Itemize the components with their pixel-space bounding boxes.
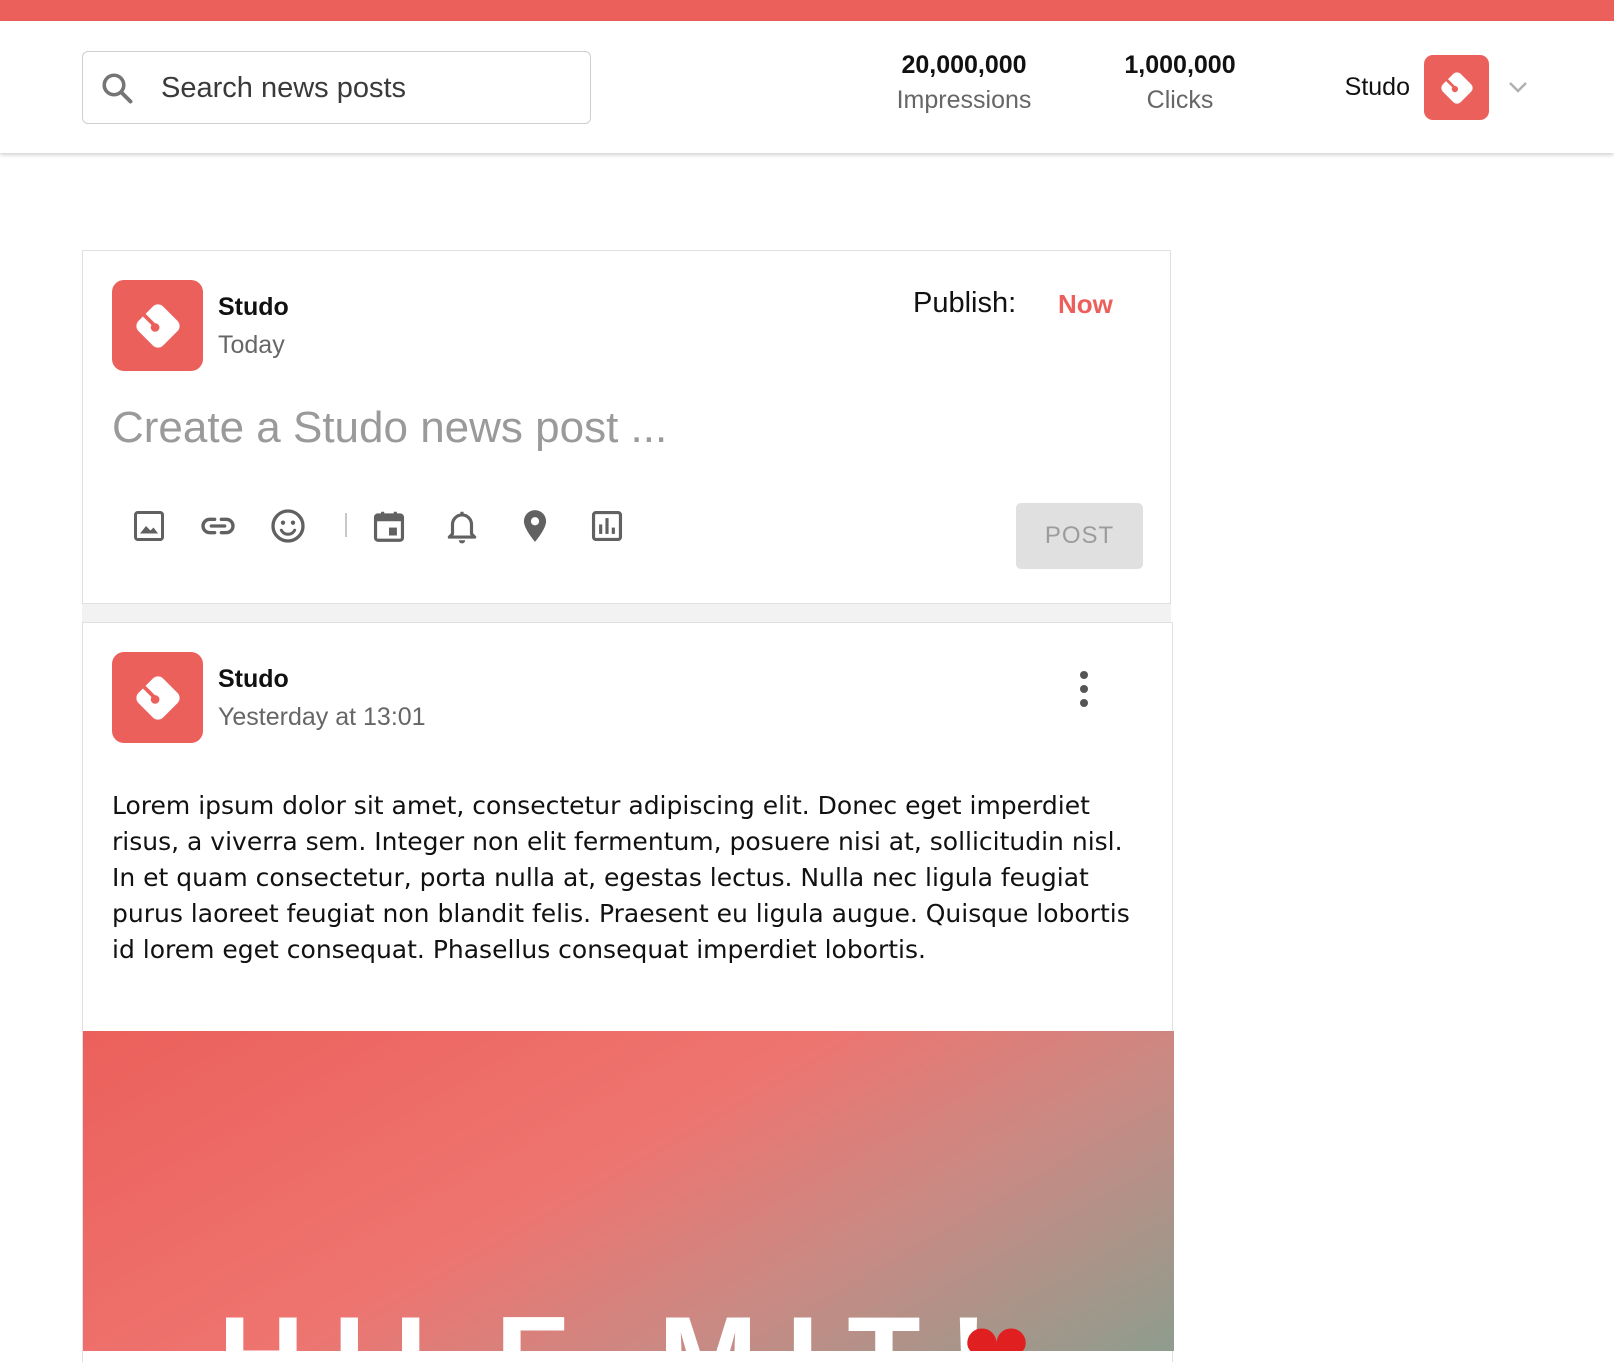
post-body: Lorem ipsum dolor sit amet, consectetur … [112, 791, 1130, 964]
composer-time: Today [218, 331, 285, 359]
app-header: 20,000,000 Impressions 1,000,000 Clicks … [0, 21, 1614, 153]
post-author: Studo [218, 665, 289, 693]
news-post: Studo Yesterday at 13:01 Lorem ipsum dol… [82, 622, 1174, 1362]
search-icon [102, 73, 133, 104]
location-button[interactable] [514, 505, 556, 547]
impressions-label: Impressions [896, 86, 1032, 114]
toolbar-divider [345, 513, 347, 537]
more-options-icon[interactable] [1078, 671, 1090, 707]
top-accent-bar [0, 0, 1614, 21]
studo-logo-icon [1440, 71, 1473, 104]
post-composer: Studo Today Publish: Now Create a Studo … [82, 250, 1171, 604]
clicks-label: Clicks [1146, 86, 1214, 114]
location-pin-icon [523, 510, 547, 542]
add-link-button[interactable] [197, 505, 239, 547]
schedule-button[interactable] [368, 505, 410, 547]
link-icon [201, 517, 235, 535]
calendar-icon [373, 511, 405, 542]
add-image-button[interactable] [128, 505, 170, 547]
clicks-value: 1,000,000 [1124, 51, 1236, 79]
post-text-input[interactable] [112, 403, 1112, 453]
impressions-stat: 20,000,000 Impressions [864, 51, 1064, 115]
poll-button[interactable] [586, 505, 628, 547]
post-image[interactable]: HILF MIT! ❤ [83, 1031, 1174, 1351]
heart-icon: ❤ [963, 1313, 1030, 1352]
poll-chart-icon [591, 510, 623, 542]
feed-separator [82, 604, 1171, 624]
search-box[interactable] [82, 51, 591, 124]
chevron-down-icon[interactable] [1506, 75, 1530, 99]
user-avatar[interactable] [1424, 55, 1489, 120]
composer-author: Studo [218, 293, 289, 321]
impressions-value: 20,000,000 [901, 51, 1027, 79]
post-timestamp: Yesterday at 13:01 [218, 703, 426, 731]
studo-logo-icon [135, 303, 180, 348]
notification-button[interactable] [441, 505, 483, 547]
author-avatar [112, 652, 203, 743]
post-button[interactable]: POST [1016, 503, 1143, 569]
post-image-caption: HILF MIT! [218, 1299, 1017, 1351]
author-avatar [112, 280, 203, 371]
clicks-stat: 1,000,000 Clicks [1080, 51, 1280, 115]
studo-logo-icon [135, 675, 180, 720]
search-input[interactable] [161, 62, 571, 114]
emoji-icon [271, 509, 305, 543]
bell-icon [447, 511, 477, 544]
image-icon [134, 511, 164, 541]
publish-time-selector[interactable]: Now [1058, 289, 1113, 320]
user-name[interactable]: Studo [1320, 73, 1410, 102]
add-emoji-button[interactable] [267, 505, 309, 547]
publish-label: Publish: [913, 287, 1017, 319]
